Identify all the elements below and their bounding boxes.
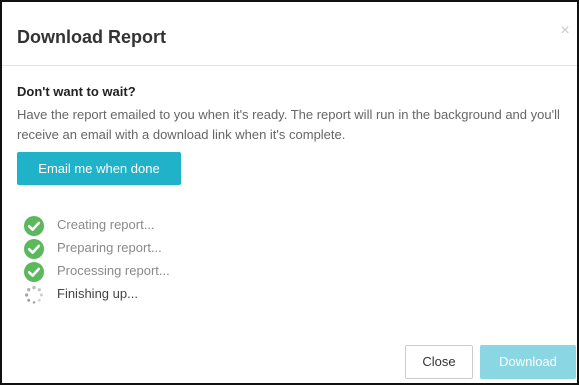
progress-step-creating: Creating report... (24, 214, 324, 237)
close-icon[interactable]: × (558, 23, 572, 39)
progress-step-label: Preparing report... (57, 240, 162, 255)
download-button[interactable]: Download (480, 345, 576, 379)
dialog-footer: Close Download (2, 326, 577, 383)
progress-step-processing: Processing report... (24, 260, 324, 283)
progress-step-label: Processing report... (57, 263, 170, 278)
dialog-title: Download Report (17, 27, 166, 47)
wait-heading: Don't want to wait? (17, 84, 136, 99)
progress-step-label: Creating report... (57, 217, 155, 232)
close-button[interactable]: Close (405, 345, 473, 379)
progress-steps: Creating report... Preparing report... P… (24, 214, 324, 306)
spinner-icon (25, 285, 43, 304)
progress-step-preparing: Preparing report... (24, 237, 324, 260)
check-circle-icon (24, 216, 44, 236)
dialog-header: Download Report × (2, 2, 577, 66)
email-me-when-done-button[interactable]: Email me when done (17, 152, 181, 185)
check-circle-icon (24, 239, 44, 259)
progress-step-label: Finishing up... (57, 286, 138, 301)
check-circle-icon (24, 262, 44, 282)
wait-description: Have the report emailed to you when it's… (17, 107, 560, 142)
progress-step-finishing: Finishing up... (24, 283, 324, 306)
download-report-dialog: Download Report × Don't want to wait? Ha… (0, 0, 579, 385)
